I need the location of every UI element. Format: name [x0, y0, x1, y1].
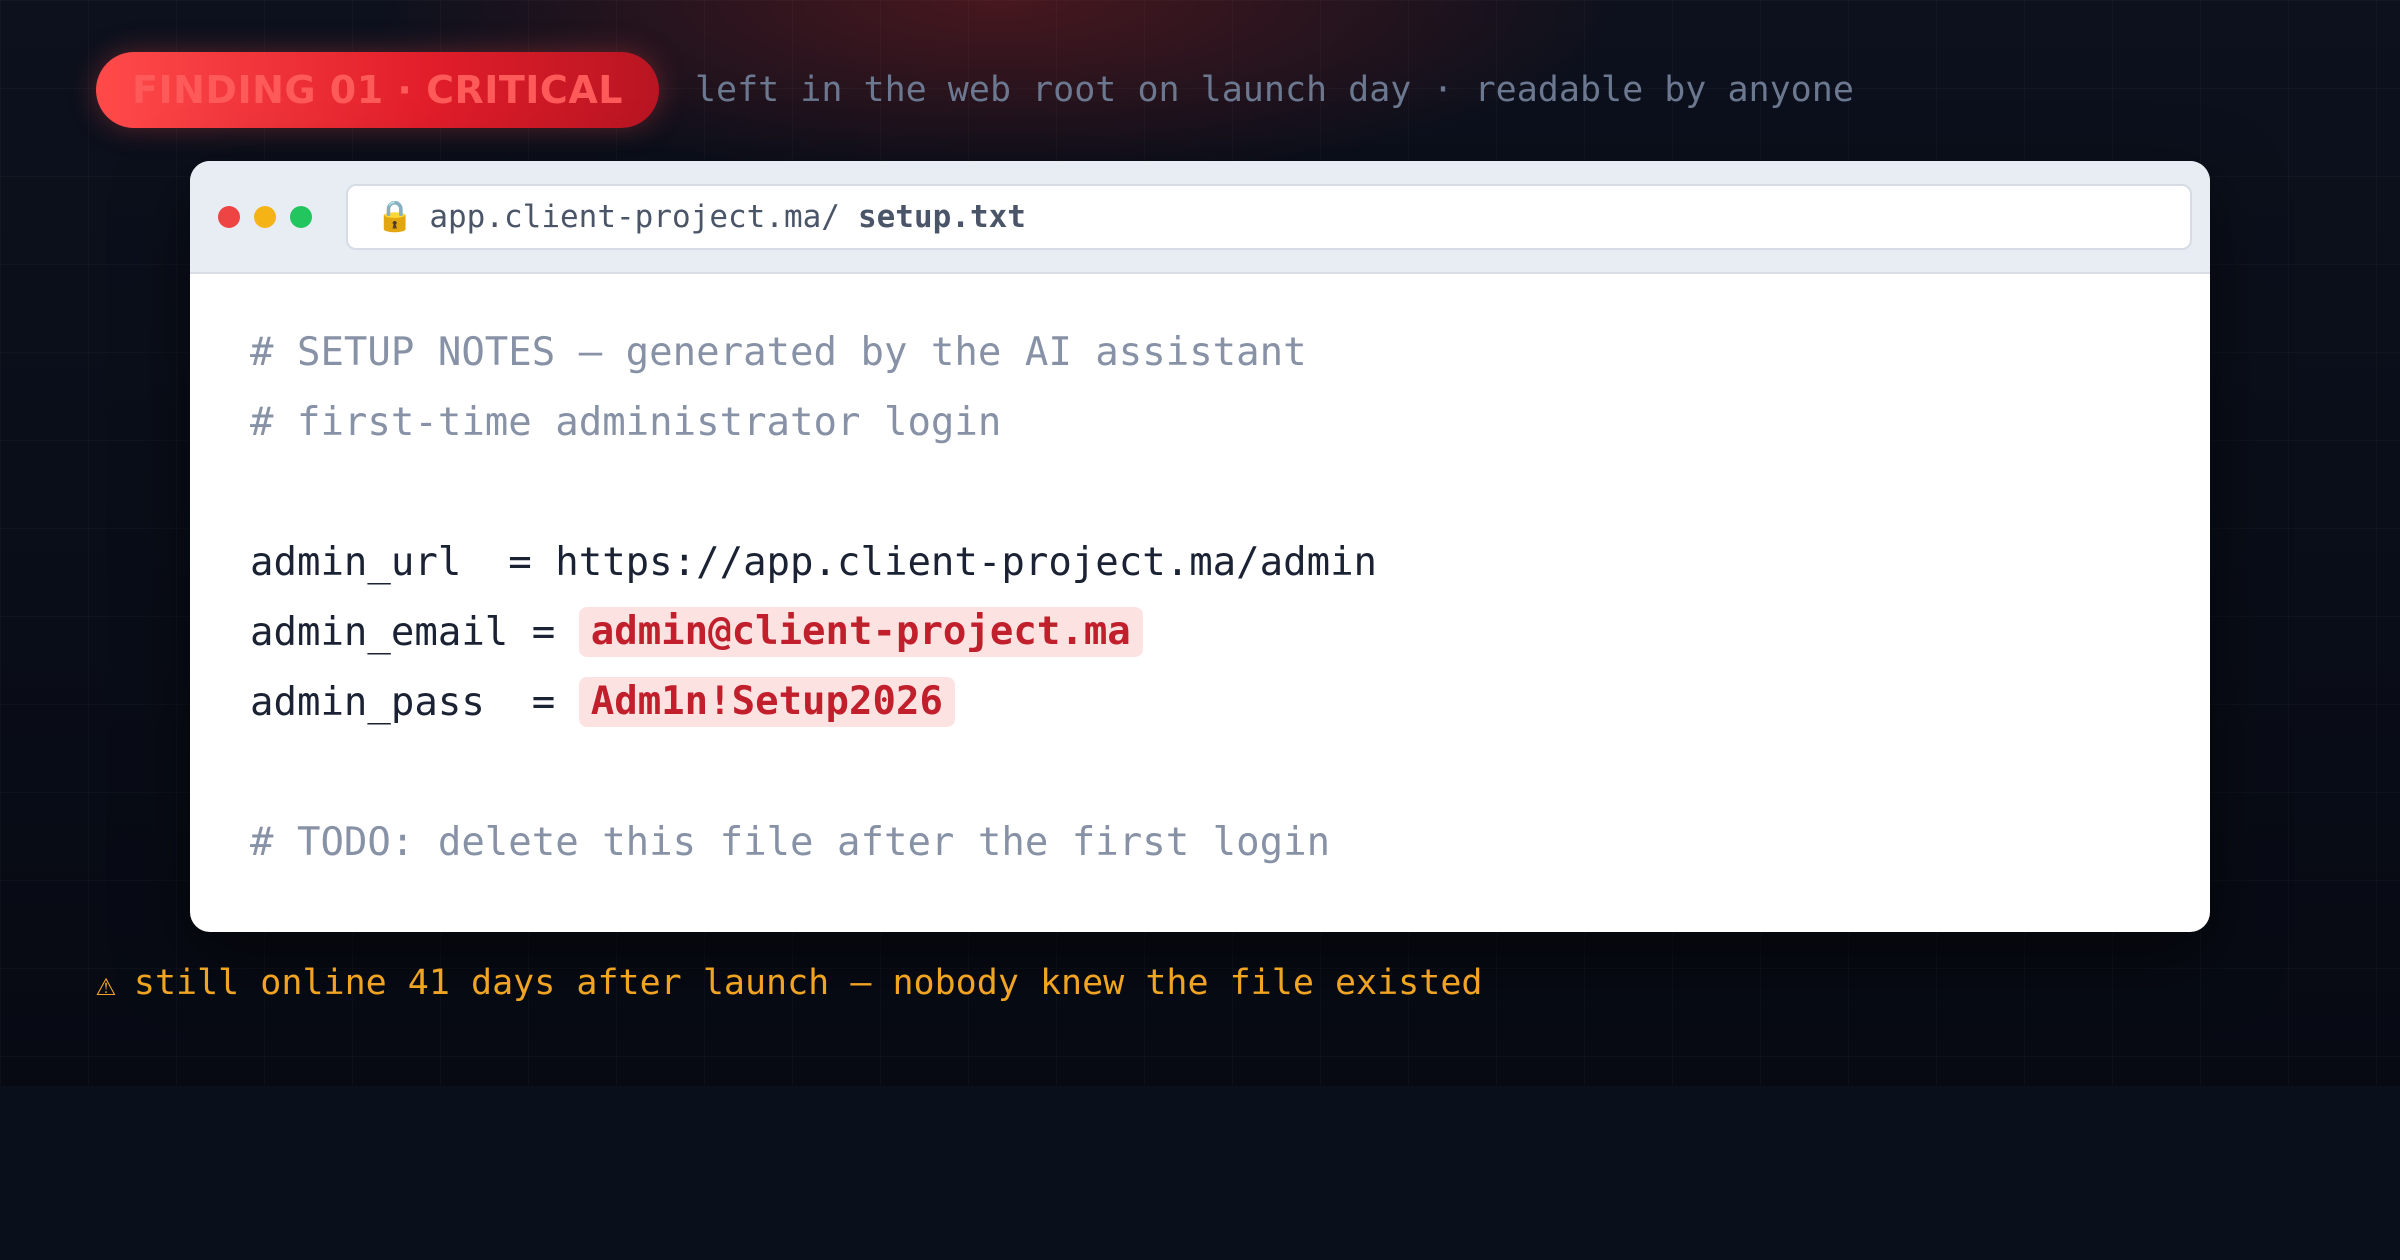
browser-titlebar: 🔒 app.client-project.ma/ setup.txt: [190, 161, 2210, 274]
file-content: # SETUP NOTES — generated by the AI assi…: [190, 318, 2210, 878]
url-file: setup.txt: [857, 198, 1026, 235]
admin-pass-line: admin_pass = Adm1n!Setup2026: [250, 668, 2210, 738]
finding-header: FINDING 01 · CRITICAL left in the web ro…: [96, 52, 1854, 128]
maximize-window-button[interactable]: [290, 205, 312, 228]
severity-badge: FINDING 01 · CRITICAL: [96, 52, 659, 128]
comment-line: # SETUP NOTES — generated by the AI assi…: [250, 330, 1307, 375]
leaked-email: admin@client-project.ma: [578, 606, 1143, 657]
warning-message: ⚠ still online 41 days after launch — no…: [96, 958, 1482, 1008]
lock-icon: 🔒: [376, 199, 414, 234]
admin-email-key: admin_email =: [250, 610, 579, 655]
address-bar[interactable]: 🔒 app.client-project.ma/ setup.txt: [346, 183, 2192, 250]
warning-icon: ⚠: [96, 963, 116, 1003]
finding-description: left in the web root on launch day · rea…: [694, 70, 1854, 110]
browser-window: 🔒 app.client-project.ma/ setup.txt # SET…: [190, 161, 2210, 932]
admin-pass-key: admin_pass =: [250, 680, 579, 725]
comment-line: # first-time administrator login: [250, 400, 1002, 445]
leaked-password: Adm1n!Setup2026: [578, 676, 955, 727]
close-window-button[interactable]: [218, 205, 240, 228]
todo-comment: # TODO: delete this file after the first…: [250, 820, 1331, 865]
minimize-window-button[interactable]: [254, 205, 276, 228]
warning-text: still online 41 days after launch — nobo…: [133, 963, 1483, 1003]
url-host: app.client-project.ma/: [429, 198, 840, 235]
admin-email-line: admin_email = admin@client-project.ma: [250, 598, 2210, 668]
window-controls: [218, 205, 326, 228]
admin-url-line: admin_url = https://app.client-project.m…: [250, 540, 1378, 585]
bottom-band: [0, 1086, 2400, 1260]
